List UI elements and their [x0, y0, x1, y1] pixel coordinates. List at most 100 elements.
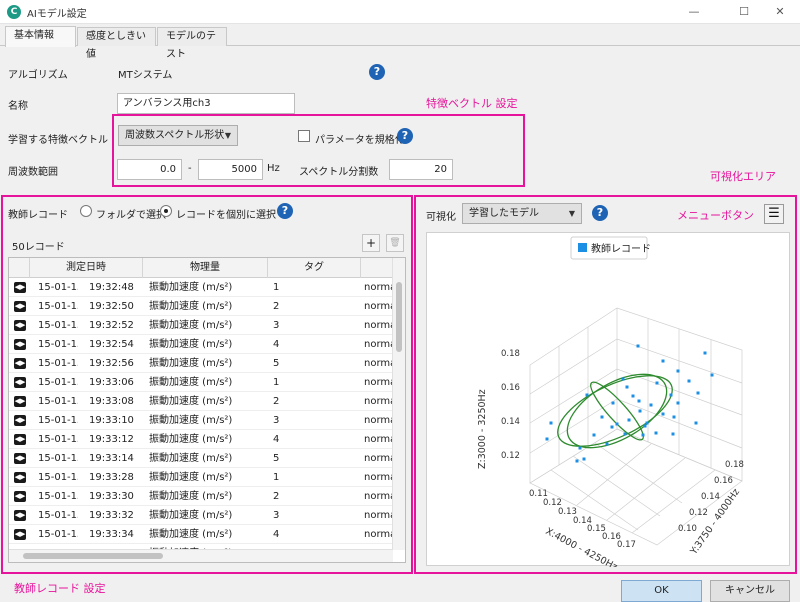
table-row[interactable]: ◀▶ 15-01-15 19:33:28 振動加速度 (m/s²) 1 norma [9, 468, 393, 487]
column-header-label[interactable] [361, 258, 393, 278]
scatter-point [643, 424, 647, 428]
menu-button[interactable]: ☰ [764, 204, 784, 224]
scatter-point [585, 393, 589, 397]
scatter-3d-plot[interactable]: 教師レコード 0.180.160.140.120.110.120.130.140… [427, 233, 791, 573]
radio-folder-select[interactable] [80, 205, 92, 217]
scatter-point [694, 421, 698, 425]
app-icon: C [7, 5, 21, 19]
split-count-label: スペクトル分割数 [299, 167, 379, 178]
name-input[interactable]: アンバランス用ch3 [117, 93, 295, 114]
column-header-icon [9, 258, 30, 278]
cell-date: 15-01-15 [38, 282, 78, 293]
waveform-icon[interactable]: ◀▶ [14, 377, 26, 388]
column-header-tag[interactable]: タグ [268, 258, 361, 278]
tab-bar: 基本情報 感度としきい値 モデルのテスト [0, 26, 800, 60]
table-row[interactable]: ◀▶ 15-01-15 19:32:52 振動加速度 (m/s²) 3 norma [9, 316, 393, 335]
scatter-point [600, 415, 604, 419]
normalize-label: パラメータを規格化 [315, 135, 405, 146]
cell-time: 19:33:32 [89, 510, 134, 521]
table-row[interactable]: ◀▶ 15-01-15 19:33:12 振動加速度 (m/s²) 4 norma [9, 430, 393, 449]
waveform-icon[interactable]: ◀▶ [14, 320, 26, 331]
table-row[interactable]: ◀▶ 15-01-15 19:33:30 振動加速度 (m/s²) 2 norma [9, 487, 393, 506]
table-row[interactable]: ◀▶ 15-01-15 19:33:08 振動加速度 (m/s²) 2 norma [9, 392, 393, 411]
table-row[interactable]: ◀▶ 15-01-15 19:32:48 振動加速度 (m/s²) 1 norma [9, 278, 393, 297]
cell-date: 15-01-15 [38, 396, 78, 407]
cancel-button[interactable]: キャンセル [710, 580, 790, 602]
model-ellipse [557, 373, 673, 449]
cell-time: 19:32:50 [89, 301, 134, 312]
cell-date: 15-01-15 [38, 453, 78, 464]
vertical-scrollbar[interactable] [392, 258, 405, 550]
cell-quantity: 振動加速度 (m/s²) [149, 358, 233, 369]
cell-label: norma [364, 396, 393, 407]
help-icon[interactable]: ? [592, 205, 608, 221]
add-record-button[interactable]: + [362, 234, 380, 252]
maximize-button[interactable]: ☐ [730, 2, 758, 22]
cell-date: 15-01-15 [38, 510, 78, 521]
cell-quantity: 振動加速度 (m/s²) [149, 282, 233, 293]
freq-dash: - [188, 163, 192, 174]
normalize-checkbox[interactable] [298, 130, 310, 142]
waveform-icon[interactable]: ◀▶ [14, 453, 26, 464]
waveform-icon[interactable]: ◀▶ [14, 491, 26, 502]
waveform-icon[interactable]: ◀▶ [14, 339, 26, 350]
cell-quantity: 振動加速度 (m/s²) [149, 396, 233, 407]
cell-time: 19:32:52 [89, 320, 134, 331]
table-row[interactable]: ◀▶ 15-01-15 19:32:50 振動加速度 (m/s²) 2 norma [9, 297, 393, 316]
help-icon[interactable]: ? [277, 203, 293, 219]
visualize-select[interactable]: 学習したモデル ▼ [462, 203, 582, 224]
close-button[interactable]: ✕ [766, 2, 794, 22]
waveform-icon[interactable]: ◀▶ [14, 472, 26, 483]
split-count-input[interactable]: 20 [389, 159, 453, 180]
title-bar: C AIモデル設定 — ☐ ✕ [0, 0, 800, 24]
feature-select[interactable]: 周波数スペクトル形状 ▼ [118, 125, 238, 146]
scroll-thumb[interactable] [396, 282, 402, 352]
freq-min-input[interactable]: 0.0 [117, 159, 182, 180]
table-row[interactable]: ◀▶ 15-01-15 19:32:56 振動加速度 (m/s²) 5 norma [9, 354, 393, 373]
z-tick-label: 0.18 [501, 349, 520, 359]
table-row[interactable]: ◀▶ 15-01-15 19:32:54 振動加速度 (m/s²) 4 norma [9, 335, 393, 354]
freq-max-input[interactable]: 5000 [198, 159, 263, 180]
column-header-quantity[interactable]: 物理量 [143, 258, 268, 278]
waveform-icon[interactable]: ◀▶ [14, 282, 26, 293]
table-row[interactable]: ◀▶ 15-01-15 19:33:10 振動加速度 (m/s²) 3 norma [9, 411, 393, 430]
waveform-icon[interactable]: ◀▶ [14, 358, 26, 369]
radio-individual-select[interactable] [160, 205, 172, 217]
column-header-date[interactable]: 測定日時 [30, 258, 143, 278]
cell-time: 19:32:48 [89, 282, 134, 293]
help-icon[interactable]: ? [369, 64, 385, 80]
table-row[interactable]: ◀▶ 15-01-15 19:33:14 振動加速度 (m/s²) 5 norma [9, 449, 393, 468]
tab-basic-info[interactable]: 基本情報 [5, 26, 76, 47]
ok-button[interactable]: OK [621, 580, 702, 602]
horizontal-scrollbar[interactable] [9, 549, 393, 562]
delete-record-button[interactable]: 🗑 [386, 234, 404, 252]
scatter-point [623, 432, 627, 436]
waveform-icon[interactable]: ◀▶ [14, 415, 26, 426]
tab-sensitivity-threshold[interactable]: 感度としきい値 [77, 27, 156, 60]
waveform-icon[interactable]: ◀▶ [14, 301, 26, 312]
cell-tag: 3 [273, 320, 280, 331]
table-row[interactable]: ◀▶ 15-01-15 19:33:06 振動加速度 (m/s²) 1 norma [9, 373, 393, 392]
scroll-thumb[interactable] [23, 553, 163, 559]
record-table[interactable]: 測定日時 物理量 タグ ◀▶ 15-01-15 19:32:48 振動加速度 (m/s… [8, 257, 406, 563]
cell-date: 15-01-15 [38, 358, 78, 369]
help-icon[interactable]: ? [397, 128, 413, 144]
cell-label: norma [364, 320, 393, 331]
cell-label: norma [364, 434, 393, 445]
z-tick-label: 0.12 [501, 451, 520, 461]
waveform-icon[interactable]: ◀▶ [14, 529, 26, 540]
minimize-button[interactable]: — [680, 2, 708, 22]
cell-time: 19:33:14 [89, 453, 134, 464]
annotation-viz-area: 可視化エリア [710, 170, 776, 183]
waveform-icon[interactable]: ◀▶ [14, 510, 26, 521]
scatter-point [631, 394, 635, 398]
table-row[interactable]: ◀▶ 15-01-15 19:33:34 振動加速度 (m/s²) 4 norma [9, 525, 393, 544]
table-row[interactable]: ◀▶ 15-01-15 19:33:32 振動加速度 (m/s²) 3 norma [9, 506, 393, 525]
cell-quantity: 振動加速度 (m/s²) [149, 510, 233, 521]
feature-label: 学習する特徴ベクトル [8, 135, 108, 146]
waveform-icon[interactable]: ◀▶ [14, 434, 26, 445]
scatter-point [671, 432, 675, 436]
tab-model-test[interactable]: モデルのテスト [157, 27, 227, 60]
visualization-panel[interactable]: 教師レコード 0.18 0.16 0.14 0.12 0.11 0.12 0.13 0.14 0… [426, 232, 791, 573]
waveform-icon[interactable]: ◀▶ [14, 396, 26, 407]
